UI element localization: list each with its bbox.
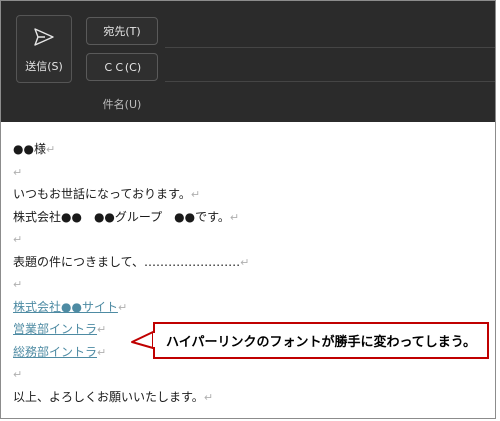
compose-header: 送信(S) 宛先(T) ＣＣ(C) 件名(U) (1, 1, 495, 122)
body-line: いつもお世話になっております。↵ (13, 185, 249, 208)
paragraph-mark-icon: ↵ (13, 165, 23, 179)
paragraph-mark-icon: ↵ (97, 345, 107, 359)
body-line: ↵ (13, 230, 249, 253)
send-label: 送信(S) (25, 60, 63, 73)
hyperlink[interactable]: 営業部イントラ (13, 322, 97, 336)
callout-text: ハイパーリンクのフォントが勝手に変わってしまう。 (165, 335, 477, 350)
paragraph-mark-icon: ↵ (117, 300, 128, 314)
paragraph-mark-icon: ↵ (45, 143, 56, 156)
body-text: 表題の件につきまして、‥‥‥‥‥‥‥‥‥‥‥‥ (13, 254, 241, 269)
to-button[interactable]: 宛先(T) (86, 17, 158, 45)
hyperlink[interactable]: 総務部イントラ (13, 345, 97, 359)
body-line: ↵ (13, 365, 249, 388)
paragraph-mark-icon: ↵ (97, 323, 107, 336)
body-line: 株式会社●●サイト↵ (13, 298, 249, 321)
paragraph-mark-icon: ↵ (190, 188, 201, 201)
body-line: 以上、よろしくお願いいたします。↵ (13, 388, 249, 411)
paragraph-mark-icon: ↵ (13, 368, 23, 381)
send-icon (34, 28, 54, 46)
paragraph-mark-icon: ↵ (13, 278, 23, 291)
paragraph-mark-icon: ↵ (240, 255, 250, 269)
hyperlink[interactable]: 株式会社●●サイト (13, 300, 118, 314)
body-line: ↵ (13, 275, 249, 298)
subject-label: 件名(U) (102, 98, 142, 111)
cc-button[interactable]: ＣＣ(C) (86, 53, 158, 81)
cc-field-underline (165, 81, 495, 82)
paragraph-mark-icon: ↵ (203, 390, 214, 404)
send-button[interactable]: 送信(S) (16, 15, 72, 83)
body-text: ●●様 (13, 142, 46, 156)
body-line: 株式会社●● ●●グループ ●●です。↵ (13, 208, 249, 231)
message-body[interactable]: ●●様↵ ↵ いつもお世話になっております。↵ 株式会社●● ●●グループ ●●です。… (13, 140, 249, 410)
to-field-underline (165, 47, 495, 48)
body-line: 表題の件につきまして、‥‥‥‥‥‥‥‥‥‥‥‥↵ (13, 253, 249, 276)
body-line: ●●様↵ (13, 140, 249, 163)
paragraph-mark-icon: ↵ (13, 233, 23, 246)
paragraph-mark-icon: ↵ (229, 210, 240, 224)
body-text: 以上、よろしくお願いいたします。 (13, 389, 204, 404)
body-line: ↵ (13, 163, 249, 186)
body-text: 株式会社●● ●●グループ ●●です。 (13, 209, 230, 224)
body-text: いつもお世話になっております。 (13, 187, 191, 201)
annotation-callout: ハイパーリンクのフォントが勝手に変わってしまう。 (153, 322, 489, 359)
